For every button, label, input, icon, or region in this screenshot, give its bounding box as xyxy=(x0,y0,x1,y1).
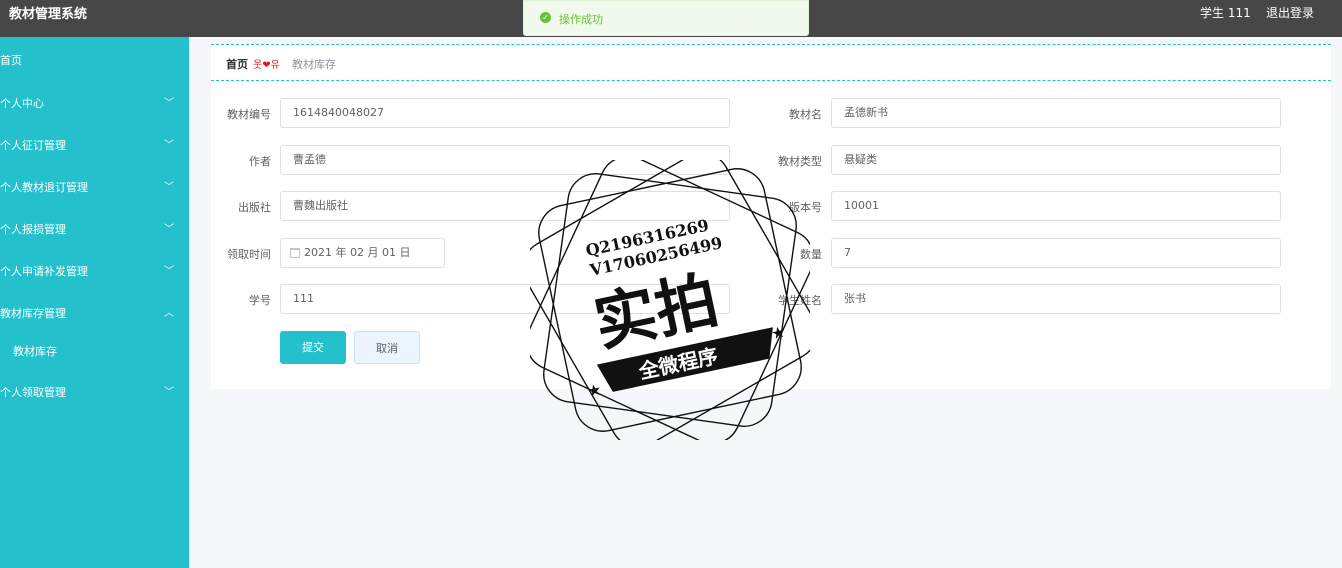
textbook-name-label: 教材名 xyxy=(789,108,822,121)
sidebar-item-home[interactable]: 首页 xyxy=(0,50,189,70)
sidebar-item-label: 个人报损管理 xyxy=(0,223,66,236)
textbook-no-input[interactable]: 1614840048027 xyxy=(280,98,730,128)
sidebar: 首页 个人中心 ﹀ 个人征订管理 ﹀ 个人教材退订管理 ﹀ 个人报损管理 ﹀ 个… xyxy=(0,37,189,568)
sidebar-item-damage-report[interactable]: 个人报损管理 ﹀ xyxy=(0,219,189,239)
star-icon: ★ xyxy=(585,379,603,401)
receive-time-label: 领取时间 xyxy=(227,248,271,261)
chevron-up-icon: ︿ xyxy=(164,308,174,319)
check-circle-icon: ✓ xyxy=(540,12,551,23)
chevron-down-icon: ﹀ xyxy=(164,266,174,277)
sidebar-item-label: 个人中心 xyxy=(0,97,44,110)
sidebar-item-label: 教材库存管理 xyxy=(0,307,66,320)
textbook-no-label: 教材编号 xyxy=(227,108,271,121)
receive-time-datepicker[interactable]: 2021 年 02 月 01 日 xyxy=(280,238,445,268)
edition-input[interactable]: 10001 xyxy=(831,191,1281,221)
student-name-input[interactable]: 张书 xyxy=(831,284,1281,314)
quantity-input[interactable]: 7 xyxy=(831,238,1281,268)
sidebar-item-label: 教材库存 xyxy=(13,345,57,358)
current-user: 学生 111 xyxy=(1200,6,1251,20)
sidebar-item-label: 个人征订管理 xyxy=(0,139,66,152)
app-title: 教材管理系统 xyxy=(9,7,88,22)
breadcrumb-home[interactable]: 首页 xyxy=(226,56,248,72)
chevron-down-icon: ﹀ xyxy=(164,140,174,151)
sidebar-item-order[interactable]: 个人征订管理 ﹀ xyxy=(0,135,189,155)
sidebar-item-inventory[interactable]: 教材库存管理 ︿ xyxy=(0,303,189,323)
chevron-down-icon: ﹀ xyxy=(164,224,174,235)
sidebar-item-label: 个人申请补发管理 xyxy=(0,265,88,278)
sidebar-item-label: 个人教材退订管理 xyxy=(0,181,88,194)
sidebar-item-personal-center[interactable]: 个人中心 ﹀ xyxy=(0,93,189,113)
category-input[interactable]: 悬疑类 xyxy=(831,145,1281,175)
sidebar-item-receive[interactable]: 个人领取管理 ﹀ xyxy=(0,382,189,402)
chevron-down-icon: ﹀ xyxy=(164,98,174,109)
sidebar-subitem-inventory[interactable]: 教材库存 xyxy=(0,341,189,361)
calendar-icon xyxy=(290,248,300,258)
breadcrumb-separator: ❤ xyxy=(262,60,271,71)
sidebar-item-reissue[interactable]: 个人申请补发管理 ﹀ xyxy=(0,261,189,281)
publisher-label: 出版社 xyxy=(238,201,271,214)
sidebar-item-label: 个人领取管理 xyxy=(0,386,66,399)
watermark-stamp: Q2196316269 V17060256499 实拍 全微程序 ★ ★ xyxy=(530,160,810,440)
textbook-name-input[interactable]: 孟德新书 xyxy=(831,98,1281,128)
author-label: 作者 xyxy=(249,155,271,168)
sidebar-item-unsubscribe[interactable]: 个人教材退订管理 ﹀ xyxy=(0,177,189,197)
heart-icon: 웃❤유 xyxy=(253,60,280,71)
chevron-down-icon: ﹀ xyxy=(164,387,174,398)
breadcrumb-current: 教材库存 xyxy=(292,58,336,71)
toast-message: 操作成功 xyxy=(559,13,603,26)
success-toast: ✓ 操作成功 xyxy=(523,0,809,36)
cancel-button[interactable]: 取消 xyxy=(354,331,420,364)
student-no-label: 学号 xyxy=(249,294,271,307)
receive-time-value: 2021 年 02 月 01 日 xyxy=(304,246,411,259)
logout-link[interactable]: 退出登录 xyxy=(1266,4,1314,21)
chevron-down-icon: ﹀ xyxy=(164,182,174,193)
sidebar-item-label: 首页 xyxy=(0,54,22,67)
submit-button[interactable]: 提交 xyxy=(280,331,346,364)
breadcrumb: 首页 웃❤유 教材库存 xyxy=(211,44,1331,81)
